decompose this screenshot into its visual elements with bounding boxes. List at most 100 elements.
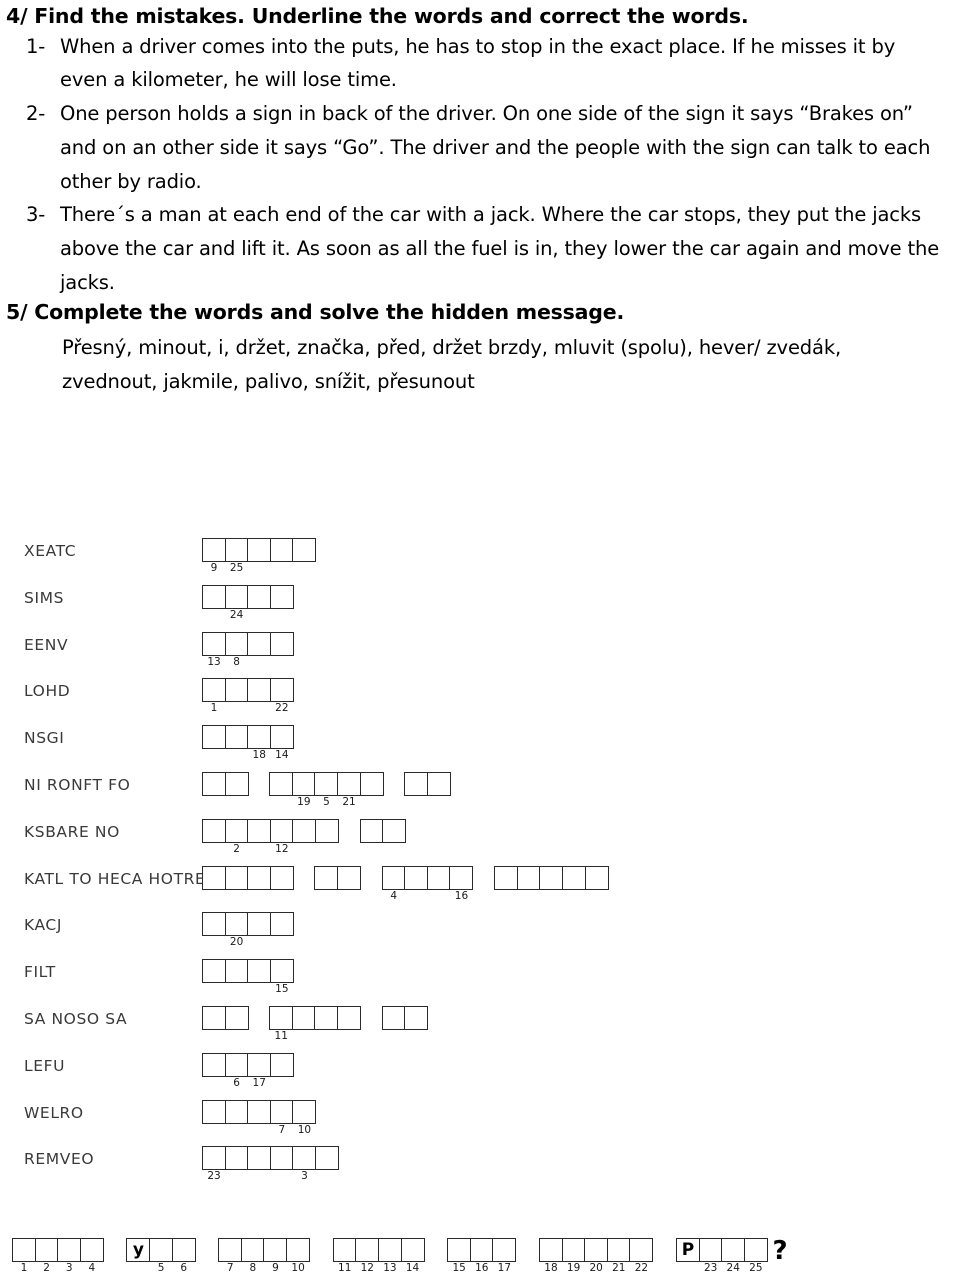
letter-cell[interactable]: 14: [400, 1238, 425, 1274]
letter-cell[interactable]: [269, 912, 294, 937]
letter-cell[interactable]: 8: [240, 1238, 265, 1274]
letter-cell[interactable]: 25: [224, 538, 249, 574]
letter-cell[interactable]: [247, 865, 272, 890]
letter-cell[interactable]: [404, 865, 429, 890]
letter-cell[interactable]: 12: [269, 818, 294, 855]
letter-cell[interactable]: [224, 725, 249, 750]
letter-cell[interactable]: [247, 912, 272, 937]
letter-cell[interactable]: [247, 678, 272, 703]
letter-cell[interactable]: 7: [269, 1099, 294, 1136]
letter-cell[interactable]: [202, 818, 226, 843]
letter-cell[interactable]: [224, 1005, 249, 1030]
letter-cell[interactable]: [224, 1099, 249, 1124]
letter-cell[interactable]: [292, 818, 317, 843]
letter-cell[interactable]: [247, 1146, 272, 1171]
letter-cell[interactable]: 4: [381, 865, 406, 902]
letter-cell[interactable]: [247, 584, 272, 609]
letter-cell[interactable]: [202, 725, 226, 750]
letter-cell[interactable]: [314, 865, 339, 890]
letter-cell[interactable]: y: [126, 1238, 151, 1262]
letter-cell[interactable]: [202, 1052, 226, 1077]
letter-cell[interactable]: [202, 912, 226, 937]
letter-cell[interactable]: 24: [224, 584, 249, 621]
letter-cell[interactable]: 22: [269, 678, 294, 714]
letter-cell[interactable]: [247, 538, 272, 562]
letter-cell[interactable]: 2: [224, 818, 249, 855]
letter-cell[interactable]: [584, 865, 609, 890]
letter-cell[interactable]: [247, 1099, 272, 1124]
letter-cell[interactable]: 2: [34, 1238, 59, 1274]
letter-cell[interactable]: 7: [218, 1238, 243, 1274]
letter-cell[interactable]: 1: [12, 1238, 36, 1274]
letter-cell[interactable]: 25: [743, 1238, 768, 1274]
letter-cell[interactable]: 3: [292, 1146, 317, 1182]
letter-cell[interactable]: [202, 1005, 226, 1030]
letter-cell[interactable]: [539, 865, 564, 890]
letter-cell[interactable]: 21: [337, 771, 362, 808]
letter-cell[interactable]: [224, 865, 249, 890]
letter-cell[interactable]: [315, 818, 340, 843]
letter-cell[interactable]: 10: [292, 1099, 317, 1136]
letter-cell[interactable]: 3: [57, 1238, 82, 1274]
letter-cell[interactable]: [359, 818, 384, 843]
letter-cell[interactable]: [224, 678, 249, 703]
letter-cell[interactable]: 17: [492, 1238, 517, 1274]
letter-cell[interactable]: [269, 631, 294, 656]
letter-cell[interactable]: 1: [202, 678, 226, 714]
letter-cell[interactable]: [381, 1005, 406, 1030]
letter-cell[interactable]: 16: [469, 1238, 494, 1274]
letter-cell[interactable]: [247, 959, 272, 984]
letter-cell[interactable]: 21: [606, 1238, 631, 1274]
letter-cell[interactable]: 22: [629, 1238, 654, 1274]
letter-cell[interactable]: [337, 1005, 362, 1030]
letter-cell[interactable]: [247, 631, 272, 656]
letter-cell[interactable]: 20: [584, 1238, 609, 1274]
letter-cell[interactable]: [202, 865, 226, 890]
letter-cell[interactable]: 6: [171, 1238, 196, 1274]
letter-cell[interactable]: [247, 818, 272, 843]
letter-cell[interactable]: [224, 959, 249, 984]
letter-cell[interactable]: 15: [447, 1238, 472, 1274]
letter-cell[interactable]: 18: [247, 725, 272, 761]
letter-cell[interactable]: [292, 538, 317, 562]
letter-cell[interactable]: [202, 1099, 226, 1124]
letter-cell[interactable]: [202, 584, 226, 609]
letter-cell[interactable]: [516, 865, 541, 890]
letter-cell[interactable]: [202, 771, 226, 796]
letter-cell[interactable]: [561, 865, 586, 890]
letter-cell[interactable]: 13: [377, 1238, 402, 1274]
letter-cell[interactable]: 4: [79, 1238, 104, 1274]
letter-cell[interactable]: [359, 771, 384, 796]
letter-cell[interactable]: [269, 1146, 294, 1171]
letter-cell[interactable]: 12: [355, 1238, 380, 1274]
letter-cell[interactable]: 9: [202, 538, 226, 574]
letter-cell[interactable]: [404, 771, 429, 796]
letter-cell[interactable]: [337, 865, 362, 890]
letter-cell[interactable]: [314, 1005, 339, 1030]
letter-cell[interactable]: 14: [269, 725, 294, 761]
letter-cell[interactable]: [269, 865, 294, 890]
letter-cell[interactable]: 23: [202, 1146, 226, 1182]
letter-cell[interactable]: 11: [332, 1238, 357, 1274]
letter-cell[interactable]: 19: [291, 771, 316, 808]
letter-cell[interactable]: 15: [269, 959, 294, 995]
letter-cell[interactable]: 20: [224, 912, 249, 948]
letter-cell[interactable]: 17: [247, 1052, 272, 1089]
letter-cell[interactable]: 11: [269, 1005, 294, 1042]
letter-cell[interactable]: [269, 1052, 294, 1077]
letter-cell[interactable]: [269, 584, 294, 609]
letter-cell[interactable]: [426, 771, 451, 796]
letter-cell[interactable]: 19: [561, 1238, 586, 1274]
letter-cell[interactable]: [291, 1005, 316, 1030]
letter-cell[interactable]: 5: [149, 1238, 174, 1274]
letter-cell[interactable]: [224, 771, 249, 796]
letter-cell[interactable]: 10: [286, 1238, 311, 1274]
letter-cell[interactable]: [382, 818, 407, 843]
letter-cell[interactable]: [269, 771, 294, 796]
letter-cell[interactable]: 24: [721, 1238, 746, 1274]
letter-cell[interactable]: 23: [698, 1238, 723, 1274]
letter-cell[interactable]: 6: [224, 1052, 249, 1089]
letter-cell[interactable]: [494, 865, 519, 890]
letter-cell[interactable]: 16: [449, 865, 474, 902]
letter-cell[interactable]: 18: [538, 1238, 563, 1274]
